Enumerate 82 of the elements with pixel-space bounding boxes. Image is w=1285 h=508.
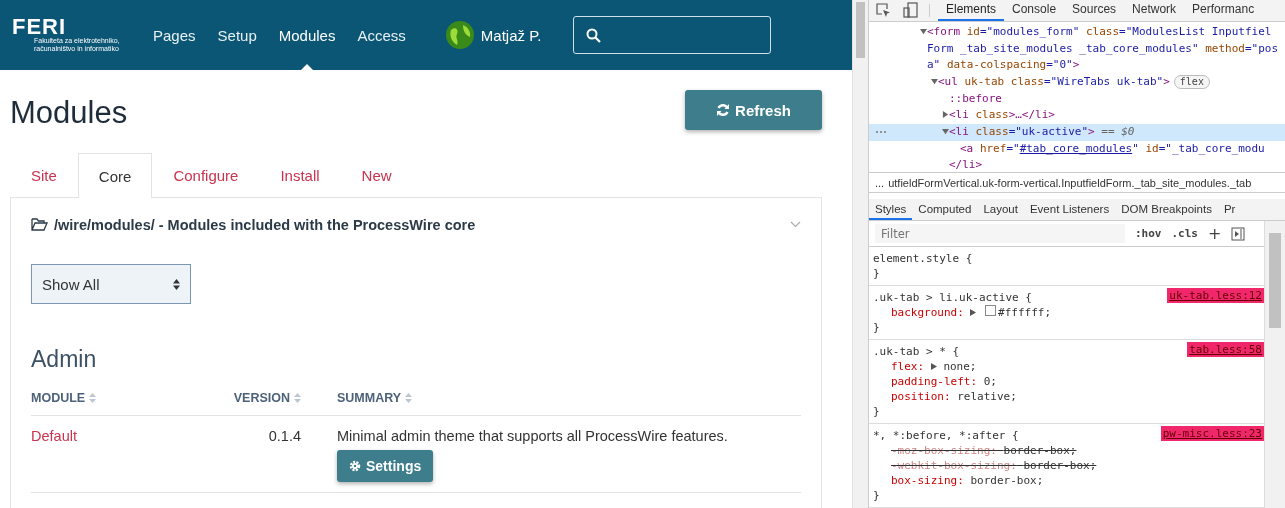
column-header[interactable]: MODULE xyxy=(31,391,86,405)
code-line[interactable]: Form _tab_site_modules _tab_core_modules" method="pos xyxy=(927,40,1279,58)
sidebar-toggle-icon[interactable] xyxy=(1231,226,1246,241)
tab[interactable]: Configure xyxy=(152,152,260,197)
expand-triangle-icon[interactable] xyxy=(970,309,977,316)
avatar-icon[interactable] xyxy=(444,20,475,50)
code-line[interactable]: <ul uk-tab class="WireTabs uk-tab"> xyxy=(938,73,1170,91)
search-field[interactable] xyxy=(573,16,772,54)
css-declaration[interactable]: -webkit-box-sizing: border-box; xyxy=(891,458,1097,473)
new-rule-button[interactable]: + xyxy=(1208,224,1222,243)
collapsed-triangle-icon[interactable] xyxy=(941,111,949,119)
expanded-triangle-icon[interactable] xyxy=(919,27,927,35)
closing-brace: } xyxy=(873,266,880,281)
nav-link[interactable]: Modules xyxy=(267,0,347,70)
devtools-tab[interactable]: Network xyxy=(1124,0,1185,21)
css-declaration[interactable]: position: relative; xyxy=(891,389,1017,404)
nav-link[interactable]: Setup xyxy=(206,0,268,70)
styles-tab[interactable]: Event Listeners xyxy=(1023,199,1116,220)
code-line[interactable]: <a href="#tab_core_modules" id="_tab_core_modu xyxy=(960,140,1265,158)
gear-icon xyxy=(349,460,361,472)
code-line[interactable]: a" data-colspacing="0"> xyxy=(927,57,1080,74)
column-header[interactable]: SUMMARY xyxy=(337,391,402,405)
table-cell-text: Minimal admin theme that supports all ProcessWire features. xyxy=(337,428,729,444)
styles-tab[interactable]: Styles xyxy=(869,199,913,220)
select-arrows-icon xyxy=(173,278,180,290)
css-declaration[interactable]: background: #ffffff; xyxy=(891,305,1052,320)
code-line[interactable]: ::before xyxy=(949,90,1002,108)
code-line[interactable]: <li class>…</li> xyxy=(949,107,1055,125)
css-declaration[interactable]: box-sizing: border-box; xyxy=(891,473,1044,488)
expanded-triangle-icon[interactable] xyxy=(941,128,949,136)
refresh-icon xyxy=(716,103,731,117)
nav-link[interactable]: Pages xyxy=(142,0,207,70)
styles-tab[interactable]: Computed xyxy=(912,199,978,220)
tab[interactable]: Install xyxy=(259,152,341,197)
css-declaration[interactable]: flex: none; xyxy=(891,359,977,374)
css-declaration[interactable]: padding-left: 0; xyxy=(891,374,997,389)
css-selector[interactable]: .uk-tab > * { xyxy=(873,344,960,359)
show-select[interactable]: Show All xyxy=(31,264,191,304)
breadcrumb[interactable]: utfieldFormVertical.uk-form-vertical.InputfieldForm._tab_site_modules._tab xyxy=(888,176,1252,189)
folder-icon xyxy=(31,218,48,231)
devtools-tab[interactable]: Console xyxy=(1004,0,1065,21)
refresh-button[interactable]: Refresh xyxy=(685,90,822,130)
css-selector[interactable]: *, *:before, *:after { xyxy=(873,428,1019,443)
search-icon xyxy=(586,27,602,43)
cls-toggle[interactable]: .cls xyxy=(1171,227,1198,240)
logo-wordmark[interactable]: FERI xyxy=(12,17,142,37)
devtools-tab[interactable]: Elements xyxy=(938,0,1005,21)
section-heading: Admin xyxy=(31,346,98,373)
code-line[interactable]: <form id="modules_form" class="ModulesList Inputfiel xyxy=(927,23,1272,41)
expanded-triangle-icon[interactable] xyxy=(930,77,938,85)
page-title: Modules xyxy=(10,95,128,131)
inspect-icon[interactable] xyxy=(875,2,891,19)
code-line[interactable]: </li> xyxy=(949,157,983,173)
ellipsis[interactable]: ... xyxy=(875,176,885,189)
css-declaration[interactable]: -moz-box-sizing: border-box; xyxy=(891,443,1077,458)
tab[interactable]: New xyxy=(340,152,413,197)
settings-button[interactable]: Settings xyxy=(337,450,434,482)
tab[interactable]: Core xyxy=(77,153,153,198)
css-selector[interactable]: .uk-tab > li.uk-active { xyxy=(873,290,1032,305)
column-header[interactable]: VERSION xyxy=(233,391,290,405)
hov-toggle[interactable]: :hov xyxy=(1135,227,1162,240)
closing-brace: } xyxy=(873,488,880,503)
css-selector[interactable]: element.style { xyxy=(873,251,973,266)
flex-badge[interactable]: flex xyxy=(1173,75,1210,90)
scrollbar[interactable] xyxy=(852,0,868,508)
module-link[interactable]: Default xyxy=(31,428,77,444)
panel-heading[interactable]: /wire/modules/ - Modules included with the ProcessWire core xyxy=(54,216,784,233)
styles-tab[interactable]: Layout xyxy=(977,199,1024,220)
table-cell: 0.1.4 xyxy=(268,428,301,444)
devtools-tab[interactable]: Performanc xyxy=(1184,0,1263,21)
user-name[interactable]: Matjaž P. xyxy=(480,26,542,44)
expand-triangle-icon[interactable] xyxy=(930,363,937,370)
closing-brace: } xyxy=(873,404,880,419)
closing-brace: } xyxy=(873,320,880,335)
devtools-tab[interactable]: Sources xyxy=(1064,0,1125,21)
device-icon[interactable] xyxy=(903,2,919,19)
filter-field[interactable]: Filter xyxy=(875,224,1125,243)
nav-link[interactable]: Access xyxy=(346,0,417,70)
scrollbar[interactable] xyxy=(1264,221,1285,508)
tab[interactable]: Site xyxy=(10,152,78,197)
styles-tab[interactable]: Pr xyxy=(1217,199,1242,220)
styles-tab[interactable]: DOM Breakpoints xyxy=(1115,199,1218,220)
